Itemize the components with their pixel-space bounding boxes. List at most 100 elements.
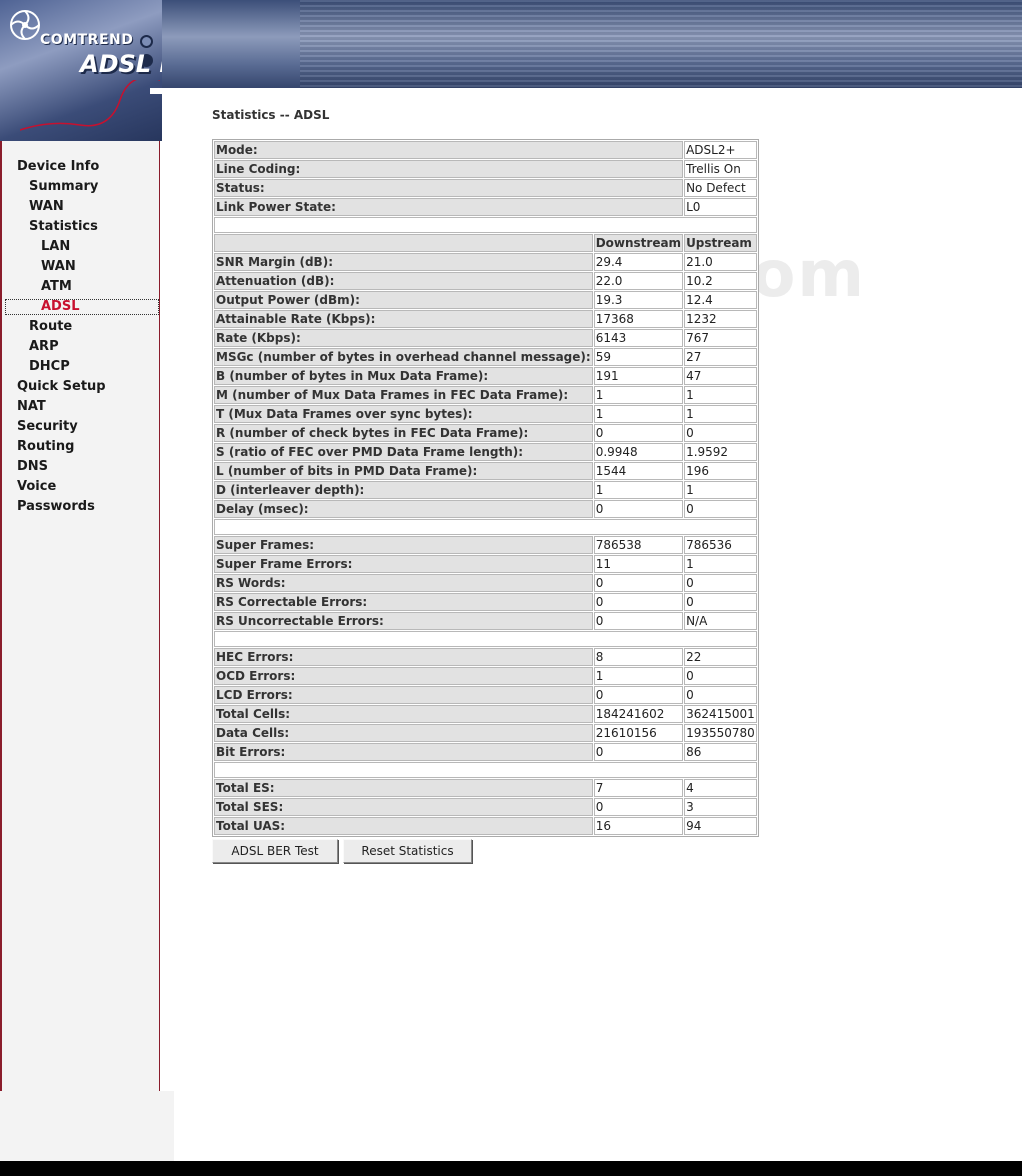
table-row: Status: No Defect [214, 179, 757, 197]
downstream-value: 16 [593, 817, 684, 835]
spacer-cell [214, 519, 757, 535]
downstream-value: 1 [593, 667, 684, 685]
table-spacer-row [214, 217, 757, 233]
upstream-value: 767 [684, 329, 757, 347]
banner-edge [150, 88, 1022, 94]
downstream-value: 0 [593, 743, 684, 761]
banner-stripes [300, 0, 1022, 92]
downstream-value: 0 [593, 500, 684, 518]
table-row: L (number of bits in PMD Data Frame): 154… [214, 462, 757, 480]
upstream-header: Upstream [684, 234, 757, 252]
sidebar [0, 141, 160, 1091]
upstream-value: 786536 [684, 536, 757, 554]
row-value: ADSL2+ [684, 141, 757, 159]
row-label: Attenuation (dB): [214, 272, 593, 290]
downstream-value: 0 [593, 798, 684, 816]
sidebar-item-dns[interactable]: DNS [17, 459, 48, 475]
downstream-value: 0 [593, 686, 684, 704]
sidebar-item-wan[interactable]: WAN [29, 199, 64, 215]
table-spacer-row [214, 762, 757, 778]
table-row: Delay (msec): 0 0 [214, 500, 757, 518]
table-row: Total ES: 7 4 [214, 779, 757, 797]
upstream-value: 0 [684, 500, 757, 518]
sidebar-item-security[interactable]: Security [17, 419, 78, 435]
sidebar-item-statistics[interactable]: Statistics [29, 219, 98, 235]
row-label: Rate (Kbps): [214, 329, 593, 347]
downstream-value: 8 [593, 648, 684, 666]
sidebar-item-nat[interactable]: NAT [17, 399, 46, 415]
downstream-value: 21610156 [593, 724, 684, 742]
table-row: SNR Margin (dB): 29.4 21.0 [214, 253, 757, 271]
downstream-value: 19.3 [593, 291, 684, 309]
table-spacer-row [214, 519, 757, 535]
table-row: RS Correctable Errors: 0 0 [214, 593, 757, 611]
downstream-value: 0 [593, 612, 684, 630]
row-label: Output Power (dBm): [214, 291, 593, 309]
table-row: RS Uncorrectable Errors: 0 N/A [214, 612, 757, 630]
upstream-value: 1 [684, 481, 757, 499]
sidebar-item-voice[interactable]: Voice [17, 479, 56, 495]
row-value: Trellis On [684, 160, 757, 178]
downstream-value: 1 [593, 405, 684, 423]
row-label: Data Cells: [214, 724, 593, 742]
reset-statistics-button[interactable]: Reset Statistics [343, 839, 472, 863]
upstream-value: 3 [684, 798, 757, 816]
row-label: Status: [214, 179, 684, 197]
upstream-value: 1 [684, 555, 757, 573]
adsl-ber-test-button[interactable]: ADSL BER Test [212, 839, 338, 863]
sidebar-item-arp[interactable]: ARP [29, 339, 59, 355]
table-header-row: Downstream Upstream [214, 234, 757, 252]
upstream-value: 4 [684, 779, 757, 797]
row-label: Super Frames: [214, 536, 593, 554]
table-row: LCD Errors: 0 0 [214, 686, 757, 704]
row-label: Total SES: [214, 798, 593, 816]
upstream-value: 10.2 [684, 272, 757, 290]
footer-bar [0, 1161, 1022, 1176]
sidebar-item-routing[interactable]: Routing [17, 439, 74, 455]
sidebar-item-lan[interactable]: LAN [41, 239, 70, 255]
row-label: RS Uncorrectable Errors: [214, 612, 593, 630]
sidebar-item-dhcp[interactable]: DHCP [29, 359, 70, 375]
sidebar-item-passwords[interactable]: Passwords [17, 499, 95, 515]
table-row: Super Frame Errors: 11 1 [214, 555, 757, 573]
row-label: Total ES: [214, 779, 593, 797]
row-label: R (number of check bytes in FEC Data Fra… [214, 424, 593, 442]
sidebar-footer [0, 1091, 174, 1161]
upstream-value: 12.4 [684, 291, 757, 309]
upstream-value: 1 [684, 405, 757, 423]
downstream-value: 17368 [593, 310, 684, 328]
sidebar-item-wan[interactable]: WAN [41, 259, 76, 275]
table-row: B (number of bytes in Mux Data Frame): 19… [214, 367, 757, 385]
table-row: Total SES: 0 3 [214, 798, 757, 816]
table-row: Data Cells: 21610156 193550780 [214, 724, 757, 742]
table-row: Total Cells: 184241602 362415001 [214, 705, 757, 723]
sidebar-item-adsl[interactable]: ADSL [41, 299, 80, 315]
row-label: Attainable Rate (Kbps): [214, 310, 593, 328]
upstream-value: 1232 [684, 310, 757, 328]
downstream-value: 191 [593, 367, 684, 385]
row-value: No Defect [684, 179, 757, 197]
row-label: Line Coding: [214, 160, 684, 178]
row-label: M (number of Mux Data Frames in FEC Data… [214, 386, 593, 404]
table-row: S (ratio of FEC over PMD Data Frame leng… [214, 443, 757, 461]
downstream-value: 6143 [593, 329, 684, 347]
downstream-value: 0 [593, 593, 684, 611]
active-item-focus [5, 299, 159, 315]
row-label: SNR Margin (dB): [214, 253, 593, 271]
table-row: RS Words: 0 0 [214, 574, 757, 592]
table-row: Link Power State: L0 [214, 198, 757, 216]
header-blank [214, 234, 593, 252]
table-row: Line Coding: Trellis On [214, 160, 757, 178]
upstream-value: 362415001 [684, 705, 757, 723]
downstream-value: 22.0 [593, 272, 684, 290]
downstream-value: 1 [593, 481, 684, 499]
table-spacer-row [214, 631, 757, 647]
downstream-value: 7 [593, 779, 684, 797]
sidebar-item-device-info[interactable]: Device Info [17, 159, 99, 175]
row-label: D (interleaver depth): [214, 481, 593, 499]
sidebar-item-summary[interactable]: Summary [29, 179, 98, 195]
upstream-value: 0 [684, 667, 757, 685]
sidebar-item-atm[interactable]: ATM [41, 279, 72, 295]
sidebar-item-quick-setup[interactable]: Quick Setup [17, 379, 106, 395]
sidebar-item-route[interactable]: Route [29, 319, 72, 335]
